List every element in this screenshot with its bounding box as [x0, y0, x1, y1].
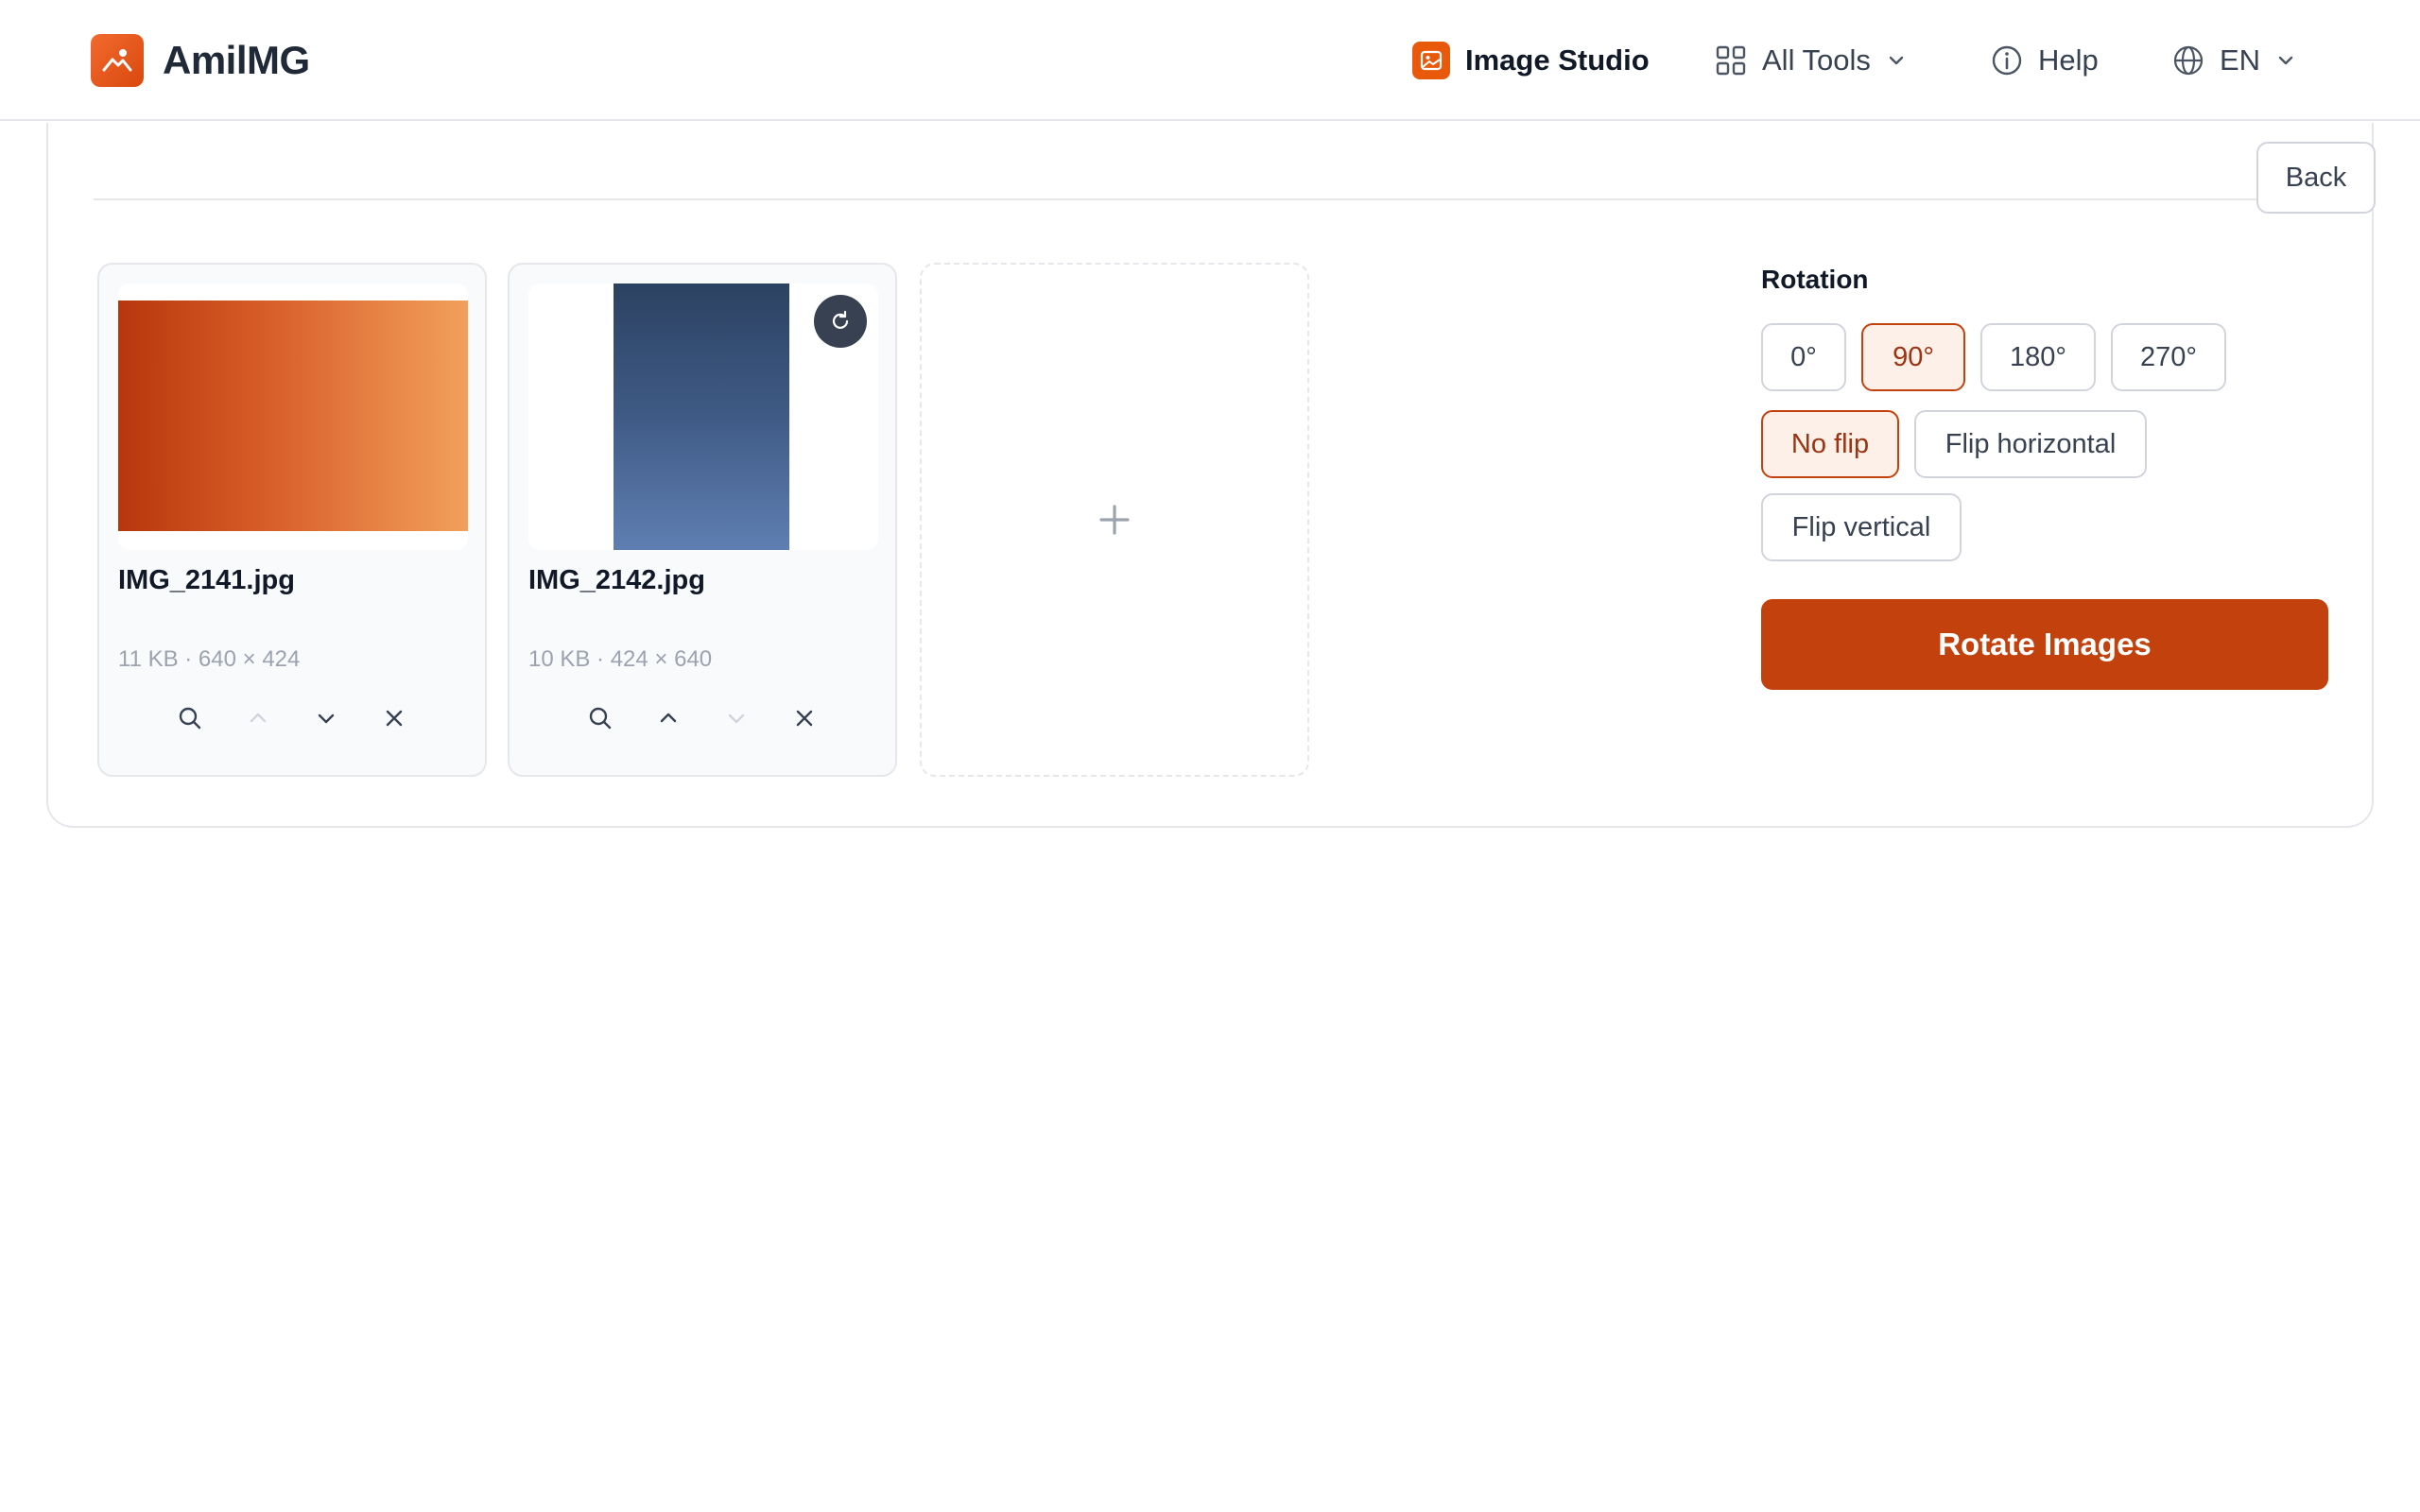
rotation-option-0[interactable]: 0°: [1761, 323, 1846, 391]
language-label: EN: [2220, 43, 2261, 77]
flip-option-vertical[interactable]: Flip vertical: [1761, 493, 1962, 561]
nav-image-studio-label: Image Studio: [1465, 43, 1650, 77]
nav-image-studio[interactable]: Image Studio: [1412, 34, 1650, 87]
thumbnail-preview: [118, 301, 468, 531]
move-down-icon[interactable]: [313, 705, 339, 731]
grid-icon: [1715, 44, 1747, 77]
image-thumbnail[interactable]: [528, 284, 878, 550]
zoom-icon[interactable]: [587, 705, 614, 731]
plus-icon: [1099, 505, 1130, 535]
rotation-option-180[interactable]: 180°: [1980, 323, 2096, 391]
thumbnail-preview: [614, 284, 789, 550]
move-up-icon[interactable]: [245, 705, 271, 731]
rotation-option-90[interactable]: 90°: [1861, 323, 1965, 391]
file-name: IMG_2141.jpg: [118, 565, 295, 595]
rotation-option-270[interactable]: 270°: [2111, 323, 2226, 391]
brand-logo-icon: [91, 34, 144, 87]
flip-option-none[interactable]: No flip: [1761, 410, 1899, 478]
rotation-label: Rotation: [1761, 265, 1869, 294]
image-card[interactable]: IMG_2141.jpg 11 KB · 640 × 424: [97, 263, 487, 777]
globe-icon: [2172, 44, 2204, 77]
nav-help[interactable]: Help: [1991, 34, 2099, 87]
image-thumbnail[interactable]: [118, 284, 468, 550]
nav-help-label: Help: [2038, 43, 2099, 77]
rotate-icon[interactable]: [814, 295, 867, 348]
remove-icon[interactable]: [791, 705, 818, 731]
rotate-images-button[interactable]: Rotate Images: [1761, 599, 2328, 690]
file-meta: 10 KB · 424 × 640: [528, 646, 713, 672]
move-down-icon[interactable]: [723, 705, 750, 731]
brand[interactable]: AmilMG: [91, 34, 310, 87]
chevron-down-icon: [2275, 50, 2296, 71]
language-selector[interactable]: EN: [2172, 34, 2296, 87]
card-actions: [99, 705, 485, 731]
move-up-icon[interactable]: [655, 705, 682, 731]
divider: [94, 198, 2317, 200]
brand-name: AmilMG: [163, 38, 310, 82]
nav-all-tools[interactable]: All Tools: [1715, 34, 1907, 87]
file-meta: 11 KB · 640 × 424: [118, 646, 301, 672]
info-icon: [1991, 44, 2023, 77]
remove-icon[interactable]: [381, 705, 407, 731]
nav-all-tools-label: All Tools: [1762, 43, 1871, 77]
rotate-panel: Back IMG_2141.jpg 11 KB · 640 × 424 IMG_…: [46, 123, 2376, 828]
image-card[interactable]: IMG_2142.jpg 10 KB · 424 × 640: [508, 263, 897, 777]
top-header: AmilMG Image Studio All Tools Help EN: [0, 0, 2420, 121]
flip-option-horizontal[interactable]: Flip horizontal: [1914, 410, 2147, 478]
zoom-icon[interactable]: [177, 705, 203, 731]
file-name: IMG_2142.jpg: [528, 565, 705, 595]
back-button[interactable]: Back: [2256, 142, 2376, 214]
image-icon: [1412, 42, 1450, 79]
card-actions: [510, 705, 895, 731]
add-image-button[interactable]: [920, 263, 1309, 777]
chevron-down-icon: [1886, 50, 1907, 71]
